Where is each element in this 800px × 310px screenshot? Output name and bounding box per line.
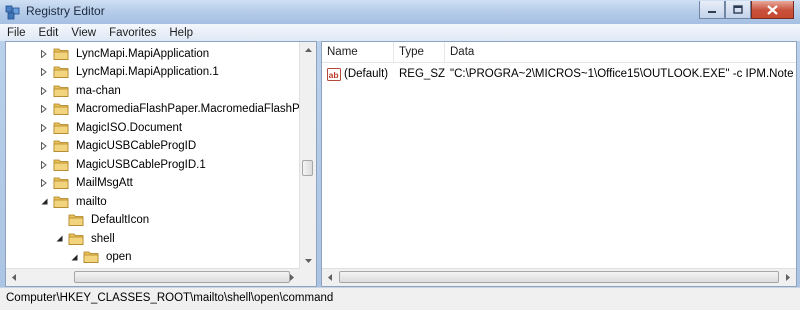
scroll-down-button[interactable] xyxy=(300,253,316,269)
minimize-icon xyxy=(708,10,716,13)
collapse-arrow-icon[interactable] xyxy=(69,252,79,262)
folder-icon xyxy=(53,122,69,134)
scrollbar-corner xyxy=(300,269,316,286)
list-scroll-right-button[interactable] xyxy=(780,269,796,285)
column-type[interactable]: Type xyxy=(394,42,445,62)
close-icon xyxy=(767,4,778,15)
folder-icon xyxy=(53,159,69,171)
tree-item-magicusbcableprogid[interactable]: MagicUSBCableProgID xyxy=(39,137,198,156)
list-header: Name Type Data xyxy=(322,42,796,63)
tree-vertical-scrollbar[interactable] xyxy=(299,42,316,269)
tree-item-magiciso-document[interactable]: MagicISO.Document xyxy=(39,118,184,137)
expand-arrow-icon[interactable] xyxy=(39,123,49,133)
menu-bar: File Edit View Favorites Help xyxy=(0,24,800,41)
folder-icon xyxy=(53,140,69,152)
caption-buttons xyxy=(699,1,794,20)
collapse-arrow-icon[interactable] xyxy=(39,197,49,207)
expand-arrow-icon[interactable] xyxy=(39,49,49,59)
scroll-right-button[interactable] xyxy=(284,269,300,285)
tree-item-macromediaflashpaper-macromediaflashpaper[interactable]: MacromediaFlashPaper.MacromediaFlashPape… xyxy=(39,100,317,119)
expand-arrow-icon[interactable] xyxy=(39,141,49,151)
list-horizontal-scroll-thumb[interactable] xyxy=(339,271,779,283)
folder-icon xyxy=(53,103,69,115)
tree-item-label: shell xyxy=(91,232,115,245)
scroll-up-icon xyxy=(304,48,312,52)
close-button[interactable] xyxy=(751,1,794,19)
expand-arrow-icon[interactable] xyxy=(39,160,49,170)
maximize-button[interactable] xyxy=(725,1,751,19)
tree-item-open[interactable]: open xyxy=(69,248,134,267)
scroll-up-button[interactable] xyxy=(300,42,316,58)
value-row-default[interactable]: ab (Default) REG_SZ "C:\PROGRA~2\MICROS~… xyxy=(322,65,796,83)
scroll-left-icon xyxy=(328,273,332,281)
tree-item-label: DefaultIcon xyxy=(91,214,150,226)
folder-icon xyxy=(53,48,69,60)
tree-item-label: MagicISO.Document xyxy=(76,121,183,134)
tree-item-label: MacromediaFlashPaper.MacromediaFlashPape… xyxy=(76,103,317,115)
values-list[interactable]: Name Type Data ab (Default) REG_SZ "C:\P… xyxy=(321,41,797,287)
scroll-down-icon xyxy=(304,259,312,263)
horizontal-scroll-thumb[interactable] xyxy=(74,271,290,283)
status-bar: Computer\HKEY_CLASSES_ROOT\mailto\shell\… xyxy=(0,287,800,310)
tree-item-label: ma-chan xyxy=(76,84,121,97)
value-data: "C:\PROGRA~2\MICROS~1\Office15\OUTLOOK.E… xyxy=(450,68,796,80)
tree-item-ma-chan[interactable]: ma-chan xyxy=(39,81,123,100)
menu-favorites[interactable]: Favorites xyxy=(102,27,162,39)
expand-arrow-icon[interactable] xyxy=(39,178,49,188)
tree-item-mailmsgatt[interactable]: MailMsgAtt xyxy=(39,174,135,193)
scroll-right-icon xyxy=(786,273,790,281)
folder-icon xyxy=(68,233,84,245)
tree-item-lyncmapi-mapiapplication-1[interactable]: LyncMapi.MapiApplication.1 xyxy=(39,63,221,82)
menu-help[interactable]: Help xyxy=(162,27,199,39)
tree-item-label: MagicUSBCableProgID.1 xyxy=(76,158,206,171)
value-type: REG_SZ xyxy=(399,68,446,80)
svg-text:ab: ab xyxy=(329,70,339,80)
folder-icon xyxy=(53,85,69,97)
column-name[interactable]: Name xyxy=(322,42,394,62)
column-data[interactable]: Data xyxy=(445,42,796,62)
registry-editor-window: Registry Editor File Edit View Favorites… xyxy=(0,0,800,310)
list-horizontal-scrollbar[interactable] xyxy=(322,268,796,286)
value-name-cell: ab (Default) xyxy=(322,67,394,81)
folder-icon xyxy=(53,177,69,189)
expand-arrow-icon[interactable] xyxy=(39,104,49,114)
menu-file[interactable]: File xyxy=(0,27,32,39)
collapse-arrow-icon[interactable] xyxy=(54,234,64,244)
folder-icon xyxy=(83,251,99,263)
menu-view[interactable]: View xyxy=(64,27,102,39)
tree-item-label: MagicUSBCableProgID xyxy=(76,140,197,152)
title-bar[interactable]: Registry Editor xyxy=(0,0,800,24)
no-expander xyxy=(54,215,64,225)
tree-horizontal-scrollbar[interactable] xyxy=(6,268,300,286)
tree-item-label: mailto xyxy=(76,195,107,208)
scroll-right-icon xyxy=(290,273,294,281)
list-scroll-left-button[interactable] xyxy=(322,269,338,285)
tree-item-lyncmapi-mapiapplication[interactable]: LyncMapi.MapiApplication xyxy=(39,44,211,63)
maximize-icon xyxy=(733,5,743,14)
folder-icon xyxy=(53,196,69,208)
scroll-left-button[interactable] xyxy=(6,269,22,285)
vertical-scroll-thumb[interactable] xyxy=(302,160,313,176)
tree-item-label: LyncMapi.MapiApplication.1 xyxy=(76,66,219,78)
menu-edit[interactable]: Edit xyxy=(32,27,65,39)
tree-item-label: open xyxy=(106,251,132,263)
folder-icon xyxy=(68,214,84,226)
tree-item-label: MailMsgAtt xyxy=(76,177,133,189)
tree-item-mailto[interactable]: mailto xyxy=(39,192,109,211)
tree-item-shell[interactable]: shell xyxy=(54,229,117,248)
tree-item-magicusbcableprogid-1[interactable]: MagicUSBCableProgID.1 xyxy=(39,155,208,174)
minimize-button[interactable] xyxy=(699,1,725,19)
registry-tree[interactable]: LyncMapi.MapiApplication LyncMapi.MapiApp… xyxy=(5,41,317,287)
expand-arrow-icon[interactable] xyxy=(39,67,49,77)
status-path: Computer\HKEY_CLASSES_ROOT\mailto\shell\… xyxy=(6,292,334,304)
tree-item-label: LyncMapi.MapiApplication xyxy=(76,47,210,60)
folder-icon xyxy=(53,66,69,78)
tree-item-defaulticon[interactable]: DefaultIcon xyxy=(54,211,151,230)
window-title: Registry Editor xyxy=(26,4,105,18)
value-name: (Default) xyxy=(344,68,389,80)
scroll-left-icon xyxy=(12,273,16,281)
expand-arrow-icon[interactable] xyxy=(39,86,49,96)
string-value-icon: ab xyxy=(327,67,341,81)
registry-editor-icon xyxy=(5,5,20,20)
